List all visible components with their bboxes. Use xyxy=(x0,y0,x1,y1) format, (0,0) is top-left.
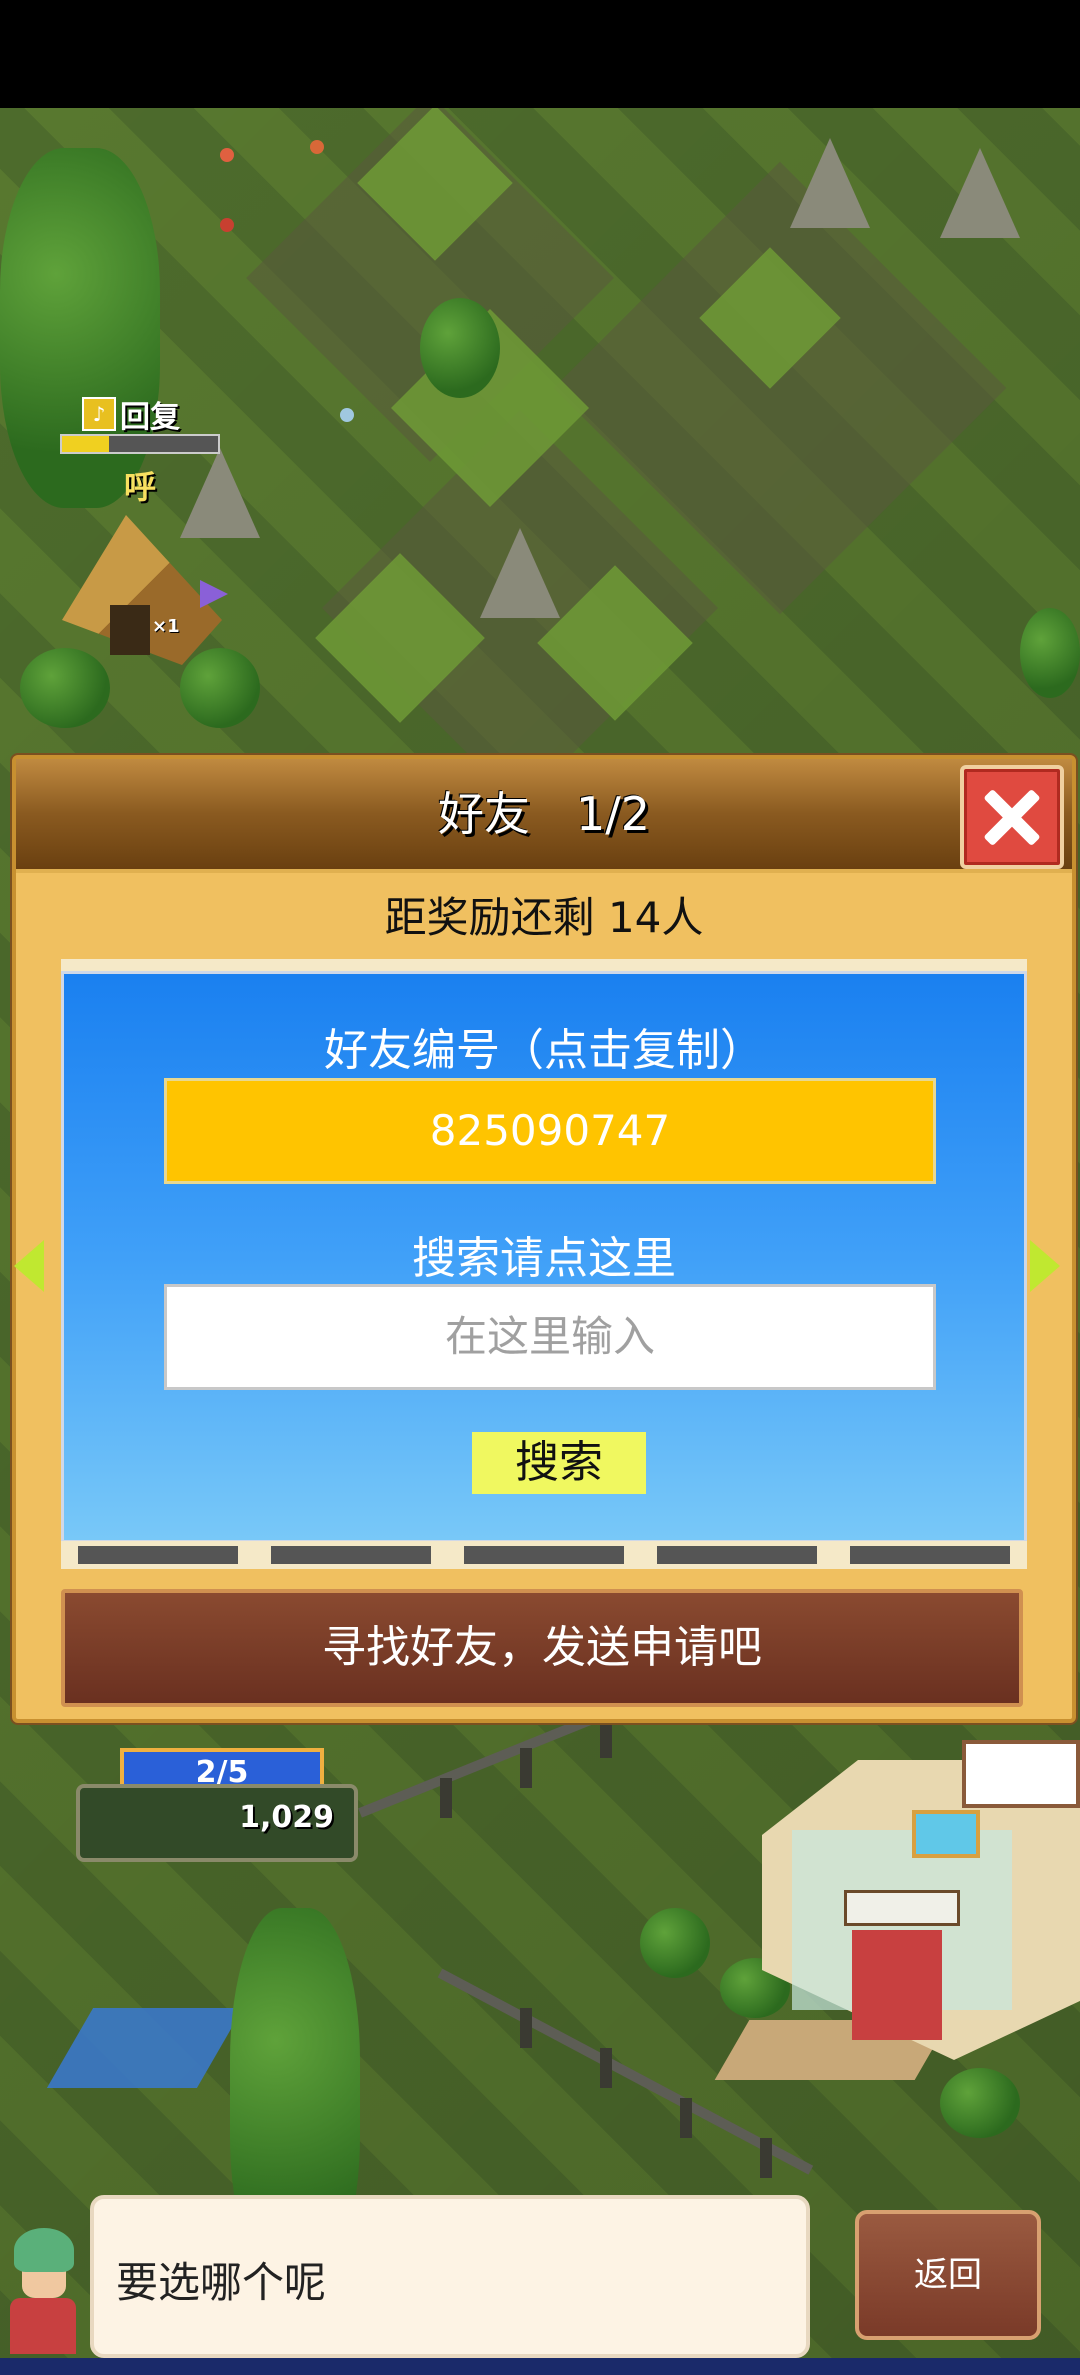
tab-slot[interactable] xyxy=(850,1546,1011,1564)
inn-building[interactable] xyxy=(714,1720,1080,2100)
rock xyxy=(940,148,1020,238)
fence-post xyxy=(440,1778,452,1818)
flower xyxy=(340,408,354,422)
advisor-avatar xyxy=(0,2228,84,2358)
close-button[interactable] xyxy=(960,765,1064,869)
search-label: 搜索请点这里 xyxy=(412,1233,676,1284)
dialog-title: 好友 1/2 xyxy=(437,787,651,841)
recover-status: ♪ 回复 xyxy=(82,392,180,436)
dialog-header: 好友 1/2 xyxy=(16,759,1072,873)
recover-icon: ♪ xyxy=(82,397,116,431)
avatar-hair xyxy=(14,2228,74,2272)
friend-id-label: 好友编号（点击复制） xyxy=(324,1025,764,1076)
message-text: 要选哪个呢 xyxy=(116,2258,327,2307)
fence-post xyxy=(680,2098,692,2138)
bush xyxy=(640,1908,710,1978)
recover-label: 回复 xyxy=(120,400,180,435)
friend-id-copy-box[interactable]: 825090747 xyxy=(164,1078,936,1184)
building-door xyxy=(852,1930,942,2040)
pond xyxy=(46,2008,244,2088)
reward-remaining-text: 距奖励还剩 14人 xyxy=(384,893,704,942)
flower xyxy=(220,218,234,232)
building-sign xyxy=(844,1890,960,1926)
tree xyxy=(180,648,260,728)
fence-post xyxy=(600,1718,612,1758)
friend-search-input[interactable] xyxy=(164,1284,936,1390)
tree xyxy=(20,648,110,728)
fence-post xyxy=(760,2138,772,2178)
flower xyxy=(220,148,234,162)
bottom-strip xyxy=(0,2358,1080,2375)
back-button[interactable]: 返回 xyxy=(855,2210,1041,2340)
status-bar xyxy=(0,0,1080,108)
tree xyxy=(420,298,500,398)
recover-progress-fill xyxy=(62,436,109,452)
money-sign: 1,029 xyxy=(76,1784,358,1862)
bed-icon xyxy=(962,1740,1080,1808)
arrow-right-icon[interactable] xyxy=(1030,1240,1060,1292)
rock xyxy=(480,528,560,618)
rock xyxy=(790,138,870,228)
tree xyxy=(0,148,160,508)
tent-door xyxy=(110,605,150,655)
tab-slot[interactable] xyxy=(77,1546,238,1564)
flag-icon xyxy=(200,580,228,608)
tab-slot[interactable] xyxy=(657,1546,818,1564)
tab-slot[interactable] xyxy=(463,1546,624,1564)
message-box: 要选哪个呢 xyxy=(90,2195,810,2358)
bathtub-icon xyxy=(912,1810,980,1858)
tab-slot[interactable] xyxy=(270,1546,431,1564)
search-button[interactable]: 搜索 xyxy=(472,1432,646,1494)
friend-id-panel: 好友编号（点击复制） 825090747 搜索请点这里 搜索 xyxy=(61,971,1027,1543)
recover-progress-bar xyxy=(60,434,220,454)
sound-effect-text: 呼 xyxy=(124,468,157,506)
flower xyxy=(310,140,324,154)
fence-post xyxy=(520,2008,532,2048)
find-friends-button[interactable]: 寻找好友，发送申请吧 xyxy=(61,1589,1023,1707)
money-value: 1,029 xyxy=(239,1800,334,1835)
tree xyxy=(1020,608,1080,698)
tent-multiplier: ×1 xyxy=(152,616,180,637)
avatar-body xyxy=(10,2298,76,2354)
arrow-left-icon[interactable] xyxy=(14,1240,44,1292)
fence-post xyxy=(600,2048,612,2088)
rock xyxy=(180,448,260,538)
fence-post xyxy=(520,1748,532,1788)
friends-dialog: 好友 1/2 距奖励还剩 14人 好友编号（点击复制） 825090747 搜索… xyxy=(12,755,1076,1723)
tab-strip-bottom xyxy=(61,1541,1027,1569)
